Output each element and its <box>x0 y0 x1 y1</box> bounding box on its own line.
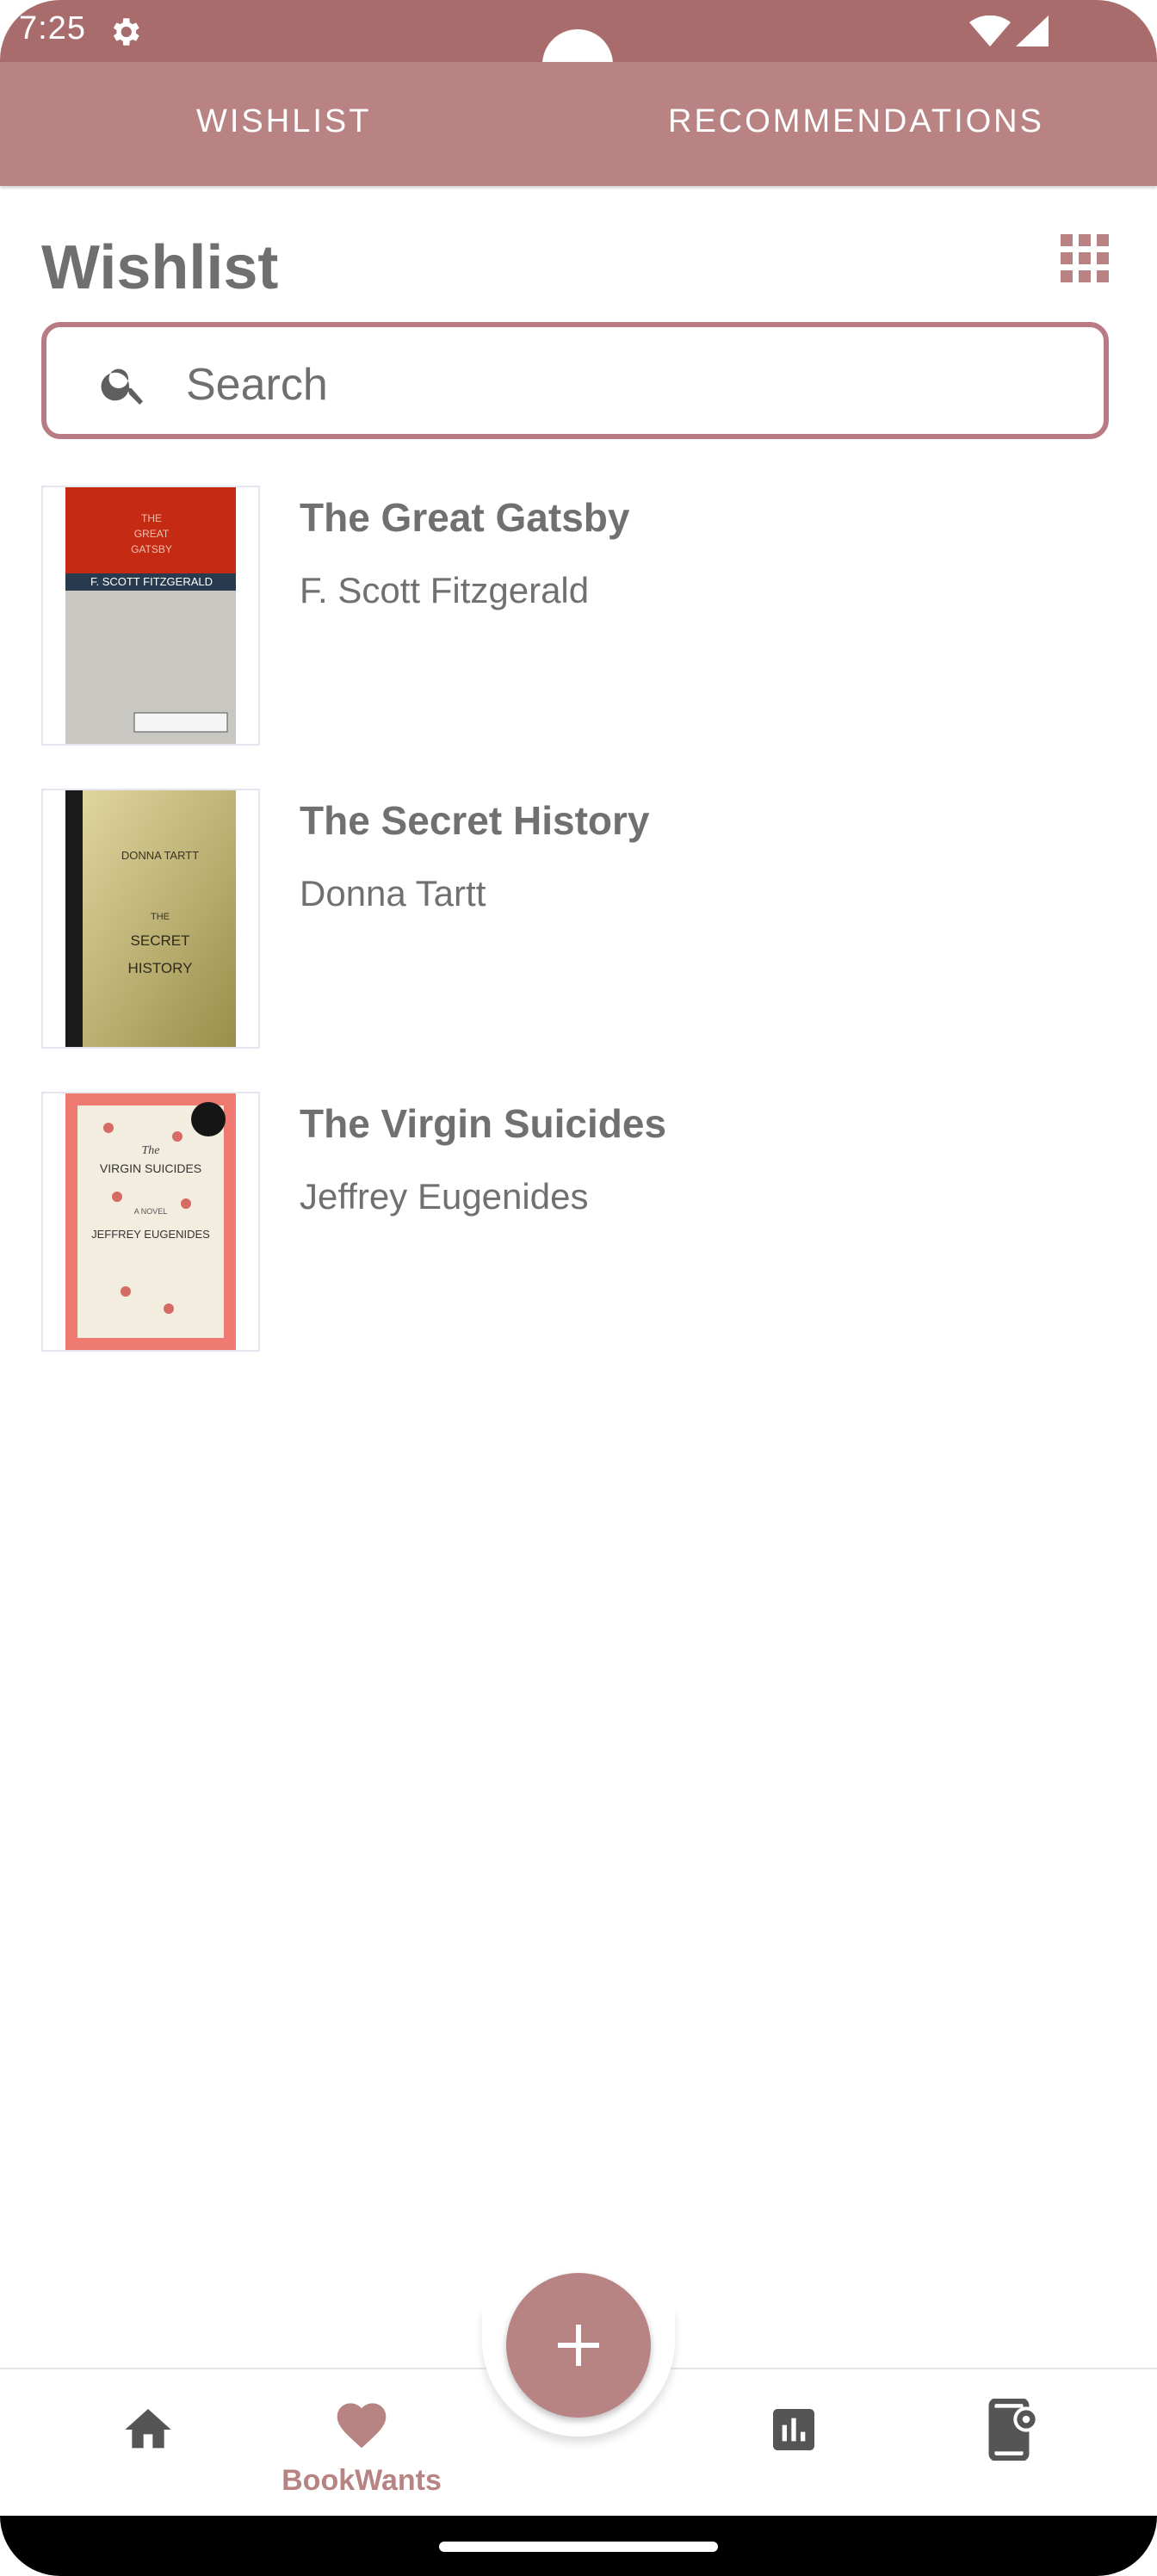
settings-gear-icon <box>113 18 139 46</box>
book-title: The Virgin Suicides <box>300 1101 667 1146</box>
home-icon[interactable] <box>121 2402 176 2457</box>
cover-text: GATSBY <box>131 543 172 555</box>
cover-text: HISTORY <box>128 960 193 976</box>
book-cover: THE GREAT GATSBY F. SCOTT FITZGERALD <box>41 486 260 746</box>
book-cover-image: DONNA TARTT THE SECRET HISTORY <box>65 790 236 1047</box>
cover-text: THE <box>151 912 170 922</box>
status-time: 7:25 <box>19 10 86 46</box>
cover-text: A NOVEL <box>134 1207 168 1216</box>
cover-text: VIRGIN SUICIDES <box>100 1161 201 1175</box>
cover-text: F. SCOTT FITZGERALD <box>90 575 213 588</box>
search-input[interactable] <box>184 350 1049 420</box>
book-cover: The VIRGIN SUICIDES A NOVEL JEFFREY EUGE… <box>41 1092 260 1352</box>
home-gesture-handle[interactable] <box>439 2542 718 2552</box>
book-author: Jeffrey Eugenides <box>300 1176 589 1217</box>
tab-recommendations[interactable]: RECOMMENDATIONS <box>668 103 1044 140</box>
search-icon <box>101 368 143 405</box>
grid-view-icon[interactable] <box>1059 232 1111 284</box>
page-title: Wishlist <box>41 233 279 302</box>
book-cover-image: The VIRGIN SUICIDES A NOVEL JEFFREY EUGE… <box>65 1093 236 1350</box>
device-settings-icon[interactable] <box>985 2399 1040 2461</box>
wifi-icon <box>969 15 1011 46</box>
book-cover-image: THE GREAT GATSBY F. SCOTT FITZGERALD <box>65 487 236 744</box>
list-item[interactable]: DONNA TARTT THE SECRET HISTORY The Secre… <box>41 789 1116 1050</box>
nav-item-bookwants[interactable]: BookWants <box>275 2395 448 2499</box>
search-box[interactable] <box>41 322 1109 439</box>
book-title: The Secret History <box>300 798 650 843</box>
book-author: Donna Tartt <box>300 873 486 913</box>
nav-label-bookwants: BookWants <box>282 2464 442 2497</box>
tab-bar: WISHLIST RECOMMENDATIONS <box>0 62 1157 186</box>
signal-icon <box>1016 15 1049 46</box>
cover-text: GREAT <box>134 528 170 540</box>
cover-text: The <box>142 1144 160 1157</box>
cover-text: THE <box>141 512 162 524</box>
cover-text: SECRET <box>131 932 190 949</box>
list-item[interactable]: The VIRGIN SUICIDES A NOVEL JEFFREY EUGE… <box>41 1092 1116 1353</box>
book-cover: DONNA TARTT THE SECRET HISTORY <box>41 789 260 1049</box>
cover-text: DONNA TARTT <box>121 849 199 862</box>
heart-icon <box>337 2403 387 2449</box>
gesture-bar <box>0 2516 1157 2576</box>
add-book-button[interactable] <box>506 2273 651 2418</box>
list-item[interactable]: THE GREAT GATSBY F. SCOTT FITZGERALD The… <box>41 486 1116 747</box>
cover-text: JEFFREY EUGENIDES <box>91 1228 210 1241</box>
book-author: F. Scott Fitzgerald <box>300 570 590 610</box>
book-title: The Great Gatsby <box>300 495 630 540</box>
plus-icon <box>558 2325 599 2366</box>
stats-icon[interactable] <box>766 2402 821 2457</box>
tab-wishlist[interactable]: WISHLIST <box>196 103 371 140</box>
